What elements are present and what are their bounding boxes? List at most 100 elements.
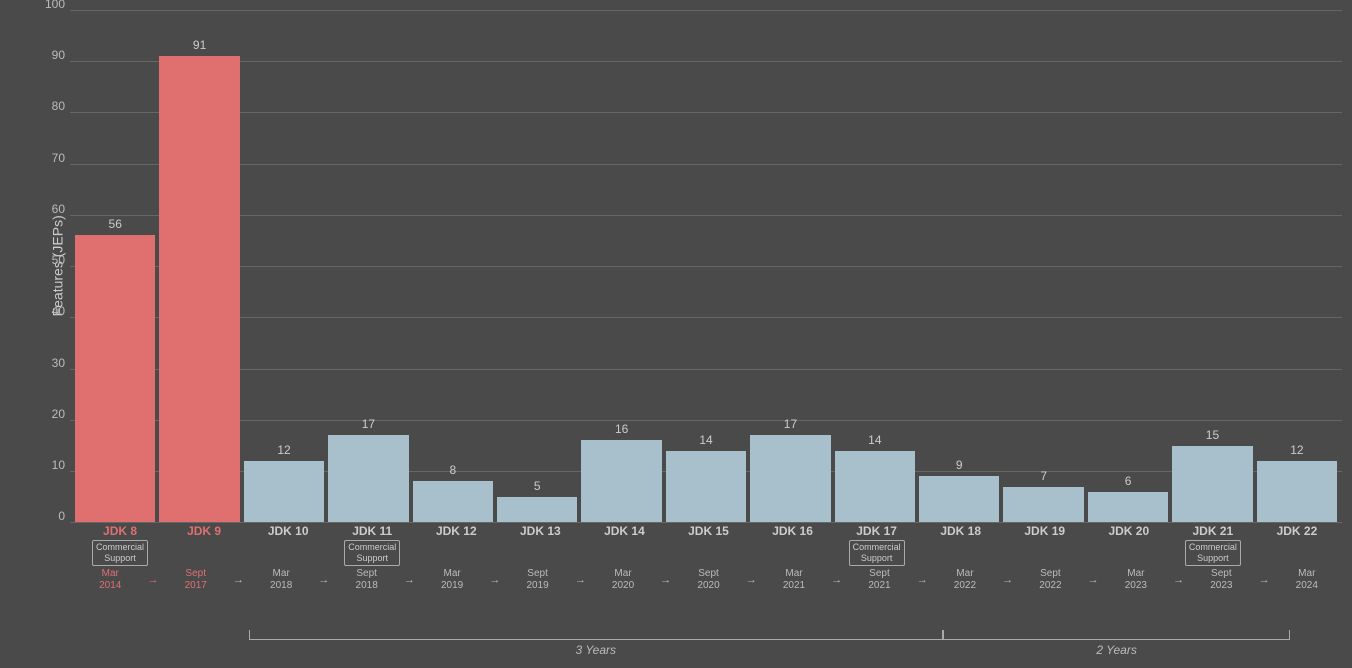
- timeline-arrow-5: →: [573, 574, 588, 586]
- bar-value-label: 5: [534, 479, 541, 493]
- bar-jdk-15: 14: [666, 451, 746, 523]
- timeline-date-5: Sept2019: [502, 568, 572, 592]
- grid-and-bars: 0102030405060708090100569112178516141714…: [70, 10, 1342, 522]
- chart-inner: 0102030405060708090100569112178516141714…: [70, 10, 1342, 522]
- timeline-arrow-10: →: [1000, 574, 1015, 586]
- timeline-date-label: Sept2020: [697, 568, 719, 592]
- x-label-name: JDK 13: [520, 524, 561, 538]
- bar-value-label: 56: [109, 217, 122, 231]
- y-tick-label: 80: [35, 99, 65, 113]
- timeline-date-label: Sept2019: [526, 568, 548, 592]
- y-tick-label: 30: [35, 356, 65, 370]
- bar-group: 17: [750, 10, 830, 522]
- timeline-arrow-11: →: [1086, 574, 1101, 586]
- x-label-name: JDK 18: [940, 524, 981, 538]
- timeline-date-label: Mar2024: [1296, 568, 1318, 592]
- bar-value-label: 8: [449, 463, 456, 477]
- x-label-name: JDK 16: [772, 524, 813, 538]
- timeline-date-12: Mar2023: [1101, 568, 1171, 592]
- commercial-badge: CommercialSupport: [849, 540, 905, 566]
- bracket-row: 3 Years 2 Years: [75, 628, 1352, 658]
- x-label-name: JDK 10: [268, 524, 309, 538]
- x-label-name: JDK 22: [1277, 524, 1318, 538]
- x-label-name: JDK 9: [187, 524, 221, 538]
- bar-value-label: 12: [1290, 443, 1303, 457]
- timeline-arrow-4: →: [487, 574, 502, 586]
- bar-jdk-11: 17: [328, 435, 408, 522]
- x-label-jdk-15: JDK 15: [668, 524, 748, 566]
- timeline-date-8: Mar2021: [759, 568, 829, 592]
- bar-group: 12: [244, 10, 324, 522]
- bar-jdk-18: 9: [919, 476, 999, 522]
- y-tick-label: 20: [35, 407, 65, 421]
- timeline-arrow-8: →: [829, 574, 844, 586]
- timeline-date-label: Mar2021: [783, 568, 805, 592]
- timeline-arrow-2: →: [316, 574, 331, 586]
- timeline-arrow-13: →: [1257, 574, 1272, 586]
- grid-line: 0: [70, 522, 1342, 523]
- timeline-date-label: Sept2018: [356, 568, 378, 592]
- bar-group: 9: [919, 10, 999, 522]
- bracket-2years: 2 Years: [943, 630, 1290, 657]
- x-axis: JDK 8CommercialSupport JDK 9 JDK 10 JDK 11 C…: [75, 524, 1342, 566]
- y-tick-label: 100: [35, 0, 65, 11]
- bar-group: 17: [328, 10, 408, 522]
- bar-value-label: 16: [615, 422, 628, 436]
- x-label-name: JDK 21: [1193, 524, 1234, 538]
- timeline-date-13: Sept2023: [1186, 568, 1256, 592]
- x-label-name: JDK 12: [436, 524, 477, 538]
- bar-group: 5: [497, 10, 577, 522]
- bar-jdk-12: 8: [413, 481, 493, 522]
- timeline-date-label: Sept2022: [1039, 568, 1061, 592]
- x-label-jdk-14: JDK 14: [584, 524, 664, 566]
- timeline-arrow-6: →: [658, 574, 673, 586]
- bar-group: 91: [159, 10, 239, 522]
- x-label-jdk-19: JDK 19: [1005, 524, 1085, 566]
- bar-group: 15: [1172, 10, 1252, 522]
- bar-group: 16: [581, 10, 661, 522]
- timeline-date-label: Mar2020: [612, 568, 634, 592]
- chart-container: Features (JEPs) 010203040506070809010056…: [40, 10, 1342, 658]
- timeline-container: Mar2014 → Sept2017 → Mar2018 → Sept2018 → Mar201…: [75, 568, 1342, 592]
- timeline-date-label: Sept2017: [185, 568, 207, 592]
- timeline-date-label: Mar2019: [441, 568, 463, 592]
- y-tick-label: 0: [35, 509, 65, 523]
- bar-value-label: 9: [956, 458, 963, 472]
- bar-group: 12: [1257, 10, 1337, 522]
- timeline-date-label: Sept2021: [868, 568, 890, 592]
- bar-value-label: 7: [1040, 469, 1047, 483]
- x-label-name: JDK 17: [856, 524, 897, 538]
- timeline-date-label: Mar2014: [99, 568, 121, 592]
- bar-group: 56: [75, 10, 155, 522]
- bar-jdk-9: 91: [159, 56, 239, 522]
- bracket-3years-label: 3 Years: [576, 643, 616, 657]
- bar-jdk-19: 7: [1003, 487, 1083, 523]
- timeline-arrow-3: →: [402, 574, 417, 586]
- bar-value-label: 17: [784, 417, 797, 431]
- y-tick-label: 90: [35, 48, 65, 62]
- timeline-date-label: Mar2018: [270, 568, 292, 592]
- x-label-jdk-8: JDK 8CommercialSupport: [80, 524, 160, 566]
- chart-area: Features (JEPs) 010203040506070809010056…: [40, 10, 1342, 522]
- commercial-badge: CommercialSupport: [1185, 540, 1241, 566]
- x-label-jdk-13: JDK 13: [500, 524, 580, 566]
- x-label-name: JDK 11: [352, 524, 392, 538]
- timeline-arrow-7: →: [744, 574, 759, 586]
- bar-jdk-14: 16: [581, 440, 661, 522]
- timeline-date-2: Mar2018: [246, 568, 316, 592]
- bar-value-label: 91: [193, 38, 206, 52]
- x-label-jdk-10: JDK 10: [248, 524, 328, 566]
- timeline-date-10: Mar2022: [930, 568, 1000, 592]
- x-label-jdk-20: JDK 20: [1089, 524, 1169, 566]
- timeline-arrow-9: →: [915, 574, 930, 586]
- timeline-date-label: Mar2023: [1125, 568, 1147, 592]
- bracket-3years: 3 Years: [249, 630, 943, 657]
- x-label-jdk-12: JDK 12: [416, 524, 496, 566]
- timeline-date-14: Mar2024: [1272, 568, 1342, 592]
- timeline-date-6: Mar2020: [588, 568, 658, 592]
- timeline-date-11: Sept2022: [1015, 568, 1085, 592]
- timeline-date-1: Sept2017: [160, 568, 230, 592]
- bar-jdk-13: 5: [497, 497, 577, 523]
- timeline-row: Mar2014 → Sept2017 → Mar2018 → Sept2018 → Mar201…: [75, 566, 1342, 626]
- bar-group: 8: [413, 10, 493, 522]
